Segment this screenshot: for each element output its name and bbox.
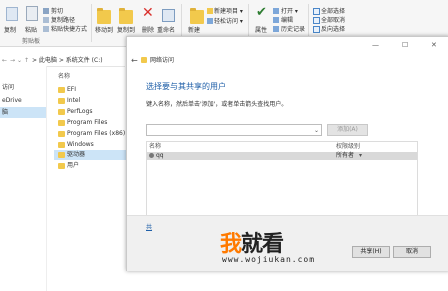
user-name-cell: qq xyxy=(156,152,164,159)
cancel-button[interactable]: 取消 xyxy=(393,246,431,258)
file-item[interactable]: 驱动器 xyxy=(67,151,85,158)
copy-to-button[interactable]: 复制到 xyxy=(117,27,135,34)
nav-item-this-pc-selected[interactable]: 脑 xyxy=(0,107,46,118)
nav-item-onedrive[interactable]: eDrive xyxy=(2,97,22,104)
new-item-button[interactable]: 新建项目 ▾ xyxy=(214,8,243,15)
up-arrow-icon[interactable]: ↑ xyxy=(24,57,29,64)
user-icon xyxy=(149,153,154,158)
move-to-button[interactable]: 移动到 xyxy=(95,27,113,34)
select-none-button[interactable]: 全部取消 xyxy=(321,17,345,24)
file-item[interactable]: EFI xyxy=(67,86,76,93)
folder-icon xyxy=(58,87,65,93)
open-button[interactable]: 打开 ▾ xyxy=(281,8,298,15)
back-arrow-icon[interactable]: ← xyxy=(2,57,7,64)
watermark-url: www.wojiukan.com xyxy=(222,255,316,264)
chevron-down-icon[interactable]: ▾ xyxy=(359,152,362,159)
dialog-title: 网络访问 xyxy=(150,57,175,64)
file-item[interactable]: Program Files (x86) xyxy=(67,130,125,137)
breadcrumb[interactable]: > 此电脑 > 系统文件 (C:) xyxy=(32,57,103,64)
select-all-icon[interactable] xyxy=(313,8,320,15)
name-column-header[interactable]: 名称 xyxy=(149,143,161,150)
open-icon[interactable] xyxy=(273,8,279,14)
back-arrow-icon[interactable]: ← xyxy=(131,57,138,65)
share-button[interactable]: 共享(H) xyxy=(352,246,390,258)
navigation-pane: 访问 eDrive 脑 xyxy=(0,66,47,291)
delete-button[interactable]: 删除 xyxy=(142,27,154,34)
edit-icon[interactable] xyxy=(273,17,279,23)
easy-access-button[interactable]: 轻松访问 ▾ xyxy=(214,18,243,25)
watermark-logo: 我就看 xyxy=(220,226,284,258)
watermark-brand-dark: 就看 xyxy=(241,232,284,257)
instruction-text: 键入名称，然后单击'添加'，或者单击箭头查找用户。 xyxy=(146,101,288,108)
folder-icon xyxy=(58,120,65,126)
select-all-button[interactable]: 全部选择 xyxy=(321,8,345,15)
file-item[interactable]: Windows xyxy=(67,141,94,148)
folder-icon xyxy=(58,109,65,115)
network-access-dialog: — ☐ ✕ ← 网络访问 选择要与其共享的用户 键入名称，然后单击'添加'，或者… xyxy=(126,36,448,271)
cut-icon[interactable] xyxy=(43,8,49,14)
paste-shortcut-icon[interactable] xyxy=(43,26,49,32)
folder-icon xyxy=(58,142,65,148)
user-name-combobox[interactable]: ⌄ xyxy=(146,124,322,136)
maximize-icon[interactable]: ☐ xyxy=(402,41,408,49)
new-item-icon[interactable] xyxy=(207,8,213,14)
copy-to-folder-icon[interactable] xyxy=(119,8,133,24)
folder-icon xyxy=(58,163,65,169)
history-icon[interactable] xyxy=(273,26,279,32)
pin-icon[interactable] xyxy=(6,7,18,21)
share-folder-icon xyxy=(141,57,147,63)
properties-button[interactable]: 属性 xyxy=(255,27,267,34)
pin-button[interactable]: 复制 xyxy=(4,27,16,34)
file-item[interactable]: Intel xyxy=(67,97,80,104)
nav-item-quick-access[interactable]: 访问 xyxy=(2,84,14,91)
invert-selection-icon[interactable] xyxy=(313,26,320,33)
paste-icon[interactable] xyxy=(26,6,38,21)
rename-icon[interactable] xyxy=(162,9,175,22)
rename-button[interactable]: 重命名 xyxy=(157,27,175,34)
watermark-brand-orange: 我 xyxy=(220,232,242,257)
file-item[interactable]: 用户 xyxy=(67,162,79,169)
paste-button[interactable]: 粘贴 xyxy=(25,27,37,34)
properties-check-icon[interactable]: ✔ xyxy=(256,6,267,20)
edit-button[interactable]: 编辑 xyxy=(281,17,293,24)
copy-path-icon[interactable] xyxy=(43,17,49,23)
chevron-down-icon[interactable]: ⌄ xyxy=(314,127,319,134)
minimize-icon[interactable]: — xyxy=(372,41,379,49)
move-to-folder-icon[interactable] xyxy=(97,8,111,24)
file-item[interactable]: Program Files xyxy=(67,119,107,126)
table-row[interactable]: qq 所有者 ▾ xyxy=(147,152,417,160)
forward-arrow-icon[interactable]: → xyxy=(10,57,15,64)
folder-icon xyxy=(58,131,65,137)
easy-access-icon[interactable] xyxy=(207,18,213,24)
chevron-down-icon[interactable]: ⌄ xyxy=(17,57,22,64)
new-folder-icon[interactable] xyxy=(190,8,204,24)
history-button[interactable]: 历史记录 xyxy=(281,26,305,33)
sharing-help-link[interactable]: 共 xyxy=(146,224,152,231)
copy-path-button[interactable]: 复制路径 xyxy=(51,17,75,24)
name-column-header[interactable]: 名称 xyxy=(58,73,70,80)
close-icon[interactable]: ✕ xyxy=(431,41,437,49)
invert-selection-button[interactable]: 反向选择 xyxy=(321,26,345,33)
cut-button[interactable]: 剪切 xyxy=(51,8,63,15)
select-none-icon[interactable] xyxy=(313,17,320,24)
permission-cell[interactable]: 所有者 xyxy=(336,152,354,159)
new-folder-button[interactable]: 新建 xyxy=(188,27,200,34)
folder-icon xyxy=(58,152,65,158)
file-item[interactable]: PerfLogs xyxy=(67,108,93,115)
permission-column-header[interactable]: 权限级别 xyxy=(336,143,360,150)
folder-icon xyxy=(58,98,65,104)
delete-icon[interactable]: ✕ xyxy=(142,6,154,20)
ribbon-separator xyxy=(91,4,92,42)
paste-shortcut-button[interactable]: 粘贴快捷方式 xyxy=(51,26,87,33)
dialog-heading: 选择要与其共享的用户 xyxy=(146,82,226,91)
clipboard-group-label: 剪贴板 xyxy=(22,38,41,45)
add-button[interactable]: 添加(A) xyxy=(327,124,368,136)
nav-item-label: 脑 xyxy=(2,109,9,116)
